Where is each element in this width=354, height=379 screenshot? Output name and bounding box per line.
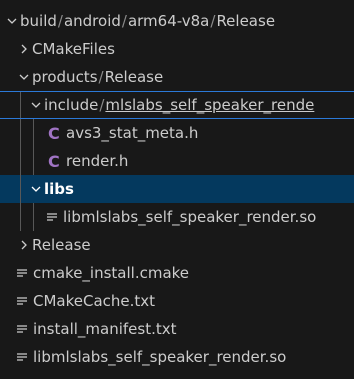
file-label: install_manifest.txt xyxy=(33,320,177,338)
path-segment[interactable]: build xyxy=(20,12,57,30)
indent-guide xyxy=(20,119,21,147)
tree-row-avs3-stat-meta-file[interactable]: C avs3_stat_meta.h xyxy=(0,119,354,147)
lines-file-icon xyxy=(16,315,28,343)
tree-row-build-folder[interactable]: build / android / arm64-v8a / Release xyxy=(0,7,354,35)
indent-guide xyxy=(20,147,21,175)
tree-row-include-folder[interactable]: include / mlslabs_self_speaker_rende xyxy=(0,91,354,119)
lines-file-icon xyxy=(16,287,28,315)
file-label: libmlslabs_self_speaker_render.so xyxy=(33,348,287,366)
folder-label: CMakeFiles xyxy=(32,40,115,58)
path-segment[interactable]: products xyxy=(32,68,98,86)
file-label: libmlslabs_self_speaker_render.so xyxy=(63,208,317,226)
breadcrumb-label: products / Release xyxy=(32,63,163,91)
chevron-right-icon[interactable] xyxy=(16,35,32,63)
indent-guide xyxy=(33,119,34,147)
tree-row-cmake-install-file[interactable]: cmake_install.cmake xyxy=(0,259,354,287)
c-file-icon: C xyxy=(48,151,60,171)
chevron-down-icon[interactable] xyxy=(28,175,44,203)
chevron-right-icon[interactable] xyxy=(16,231,32,259)
tree-row-render-h-file[interactable]: C render.h xyxy=(0,147,354,175)
file-label: cmake_install.cmake xyxy=(33,264,190,282)
tree-row-install-manifest-file[interactable]: install_manifest.txt xyxy=(0,315,354,343)
c-file-icon: C xyxy=(48,123,60,143)
lines-file-icon xyxy=(16,343,28,371)
path-segment[interactable]: mlslabs_self_speaker_rende xyxy=(105,96,314,114)
tree-row-cmakecache-file[interactable]: CMakeCache.txt xyxy=(0,287,354,315)
path-separator: / xyxy=(210,12,216,30)
indent-guide xyxy=(33,203,34,231)
lines-file-icon xyxy=(16,259,28,287)
tree-row-libs-folder[interactable]: libs xyxy=(0,175,354,203)
folder-label: Release xyxy=(32,236,91,254)
path-segment[interactable]: Release xyxy=(216,12,275,30)
chevron-down-icon[interactable] xyxy=(4,7,20,35)
path-separator: / xyxy=(98,68,104,86)
indent-guide xyxy=(20,203,21,231)
path-separator: / xyxy=(121,12,127,30)
tree-row-products-folder[interactable]: products / Release xyxy=(0,63,354,91)
tree-row-root-so-file[interactable]: libmlslabs_self_speaker_render.so xyxy=(0,343,354,371)
explorer-tree: build / android / arm64-v8a / Release CM… xyxy=(0,0,354,379)
lines-file-icon xyxy=(46,203,58,231)
indent-guide xyxy=(33,147,34,175)
breadcrumb-label: build / android / arm64-v8a / Release xyxy=(20,7,275,35)
tree-row-libs-so-file[interactable]: libmlslabs_self_speaker_render.so xyxy=(0,203,354,231)
path-segment[interactable]: arm64-v8a xyxy=(128,12,209,30)
indent-guide xyxy=(20,175,21,203)
file-label: render.h xyxy=(66,152,129,170)
file-label: CMakeCache.txt xyxy=(33,292,156,310)
file-label: avs3_stat_meta.h xyxy=(66,124,199,142)
indent-guide xyxy=(20,92,21,118)
folder-label: libs xyxy=(44,180,74,198)
path-segment[interactable]: android xyxy=(64,12,121,30)
chevron-down-icon[interactable] xyxy=(28,92,44,118)
breadcrumb-label: include / mlslabs_self_speaker_rende xyxy=(44,92,314,118)
tree-row-cmakefiles-folder[interactable]: CMakeFiles xyxy=(0,35,354,63)
path-separator: / xyxy=(57,12,63,30)
tree-row-release-folder[interactable]: Release xyxy=(0,231,354,259)
path-segment[interactable]: Release xyxy=(105,68,164,86)
path-segment[interactable]: include xyxy=(44,96,98,114)
path-separator: / xyxy=(99,96,105,114)
chevron-down-icon[interactable] xyxy=(16,63,32,91)
